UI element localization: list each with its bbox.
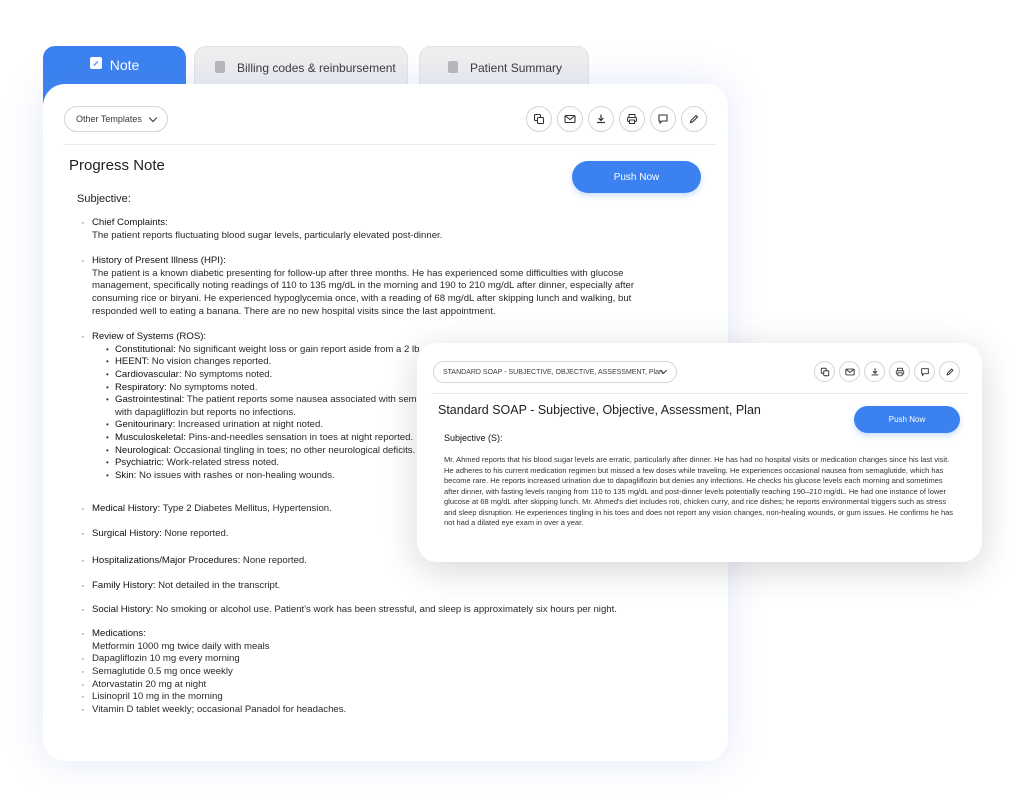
ros-item-text: No symptoms noted. [181, 368, 273, 380]
ros-item-label: Constitutional: [115, 343, 176, 355]
medications: Medications: Metformin 1000 mg twice dai… [79, 628, 669, 653]
copy-button[interactable] [814, 361, 835, 382]
ros-item-text: No issues with rashes or non-healing wou… [136, 469, 335, 481]
ros-item-text: Work-related stress noted. [164, 457, 280, 469]
family-history: Family History: Not detailed in the tran… [79, 580, 669, 593]
field-label: Medications: [92, 628, 146, 640]
ros-item-text: No vision changes reported. [149, 356, 272, 368]
note-toolbar [526, 106, 707, 132]
chevron-down-icon [148, 113, 158, 123]
ros-item-label: HEENT: [115, 356, 150, 368]
field-text: The patient is a known diabetic presenti… [92, 267, 635, 317]
medication-item: Lisinopril 10 mg in the morning [79, 691, 669, 704]
template-dropdown[interactable]: STANDARD SOAP - SUBJECTIVE, OBJECTIVE, A… [433, 361, 677, 383]
chief-complaints: Chief Complaints: The patient reports fl… [79, 217, 669, 242]
tab-label: Note [109, 57, 140, 73]
divider [63, 144, 716, 145]
hpi: History of Present Illness (HPI): The pa… [79, 255, 669, 318]
clipboard-icon [448, 61, 458, 73]
template-dropdown[interactable]: Other Templates [64, 106, 168, 132]
ros-item-text: No significant weight loss or gain repor… [175, 343, 420, 355]
soap-note-card: STANDARD SOAP - SUBJECTIVE, OBJECTIVE, A… [417, 343, 982, 562]
field-label: Chief Complaints: [92, 217, 168, 228]
ros-item-text: Pins-and-needles sensation in toes at ni… [185, 431, 414, 443]
field-label: Surgical History: [92, 527, 162, 539]
medication-item: Vitamin D tablet weekly; occasional Pana… [79, 704, 669, 717]
clipboard-icon [215, 61, 225, 73]
soap-title: Standard SOAP - Subjective, Objective, A… [438, 403, 761, 417]
print-button[interactable] [889, 361, 910, 382]
field-label: Family History: [92, 580, 156, 592]
page-title: Progress Note [69, 157, 165, 174]
edit-button[interactable] [681, 106, 707, 132]
divider [431, 393, 968, 394]
ros-item-label: Psychiatric: [115, 457, 165, 469]
field-text: No smoking or alcohol use. Patient's wor… [153, 603, 617, 615]
ros-item-label: Skin: [115, 469, 137, 481]
section-heading: Subjective: [77, 193, 131, 205]
push-now-button[interactable]: Push Now [854, 406, 960, 433]
comment-button[interactable] [914, 361, 935, 382]
field-text: None reported. [240, 555, 307, 567]
ros-item-text: No symptoms noted. [166, 381, 258, 393]
field-label: Medical History: [92, 503, 161, 515]
ros-item-text: Increased urination at night noted. [175, 419, 324, 431]
field-label: Review of Systems (ROS): [92, 331, 207, 343]
email-button[interactable] [557, 106, 583, 132]
mail-icon [564, 114, 576, 124]
copy-button[interactable] [526, 106, 552, 132]
copy-icon [533, 113, 545, 125]
print-button[interactable] [619, 106, 645, 132]
medication-item: Semaglutide 0.5 mg once weekly [79, 666, 669, 679]
copy-icon [820, 367, 829, 376]
print-icon [627, 114, 637, 124]
subjective-text: Mr. Ahmed reports that his blood sugar l… [444, 455, 954, 527]
ros-item-label: Gastrointestinal: [115, 394, 185, 406]
medication-first: Metformin 1000 mg twice daily with meals [92, 640, 270, 652]
ros-item-label: Cardiovascular: [115, 368, 182, 380]
push-now-button[interactable]: Push Now [572, 161, 701, 193]
medication-item: Dapagliflozin 10 mg every morning [79, 653, 669, 666]
edit-icon [689, 114, 699, 124]
download-icon [597, 114, 605, 124]
download-button[interactable] [588, 106, 614, 132]
ros-item-label: Genitourinary: [115, 419, 176, 431]
field-label: Hospitalizations/Major Procedures: [92, 555, 241, 567]
field-label: History of Present Illness (HPI): [92, 255, 226, 267]
tab-label: Billing codes & reinbursement [237, 61, 396, 75]
field-label: Social History: [92, 603, 154, 615]
edit-button[interactable] [939, 361, 960, 382]
ros-item-text: Occasional tingling in toes; no other ne… [171, 444, 416, 456]
social-history: Social History: No smoking or alcohol us… [79, 604, 669, 617]
medication-list: Dapagliflozin 10 mg every morningSemaglu… [79, 653, 669, 716]
ros-item-label: Neurological: [115, 444, 171, 456]
ros-item-label: Respiratory: [115, 381, 167, 393]
template-dropdown-value: Other Templates [76, 114, 142, 124]
comment-icon [658, 114, 668, 125]
edit-note-icon [89, 57, 102, 69]
email-button[interactable] [839, 361, 860, 382]
template-dropdown-value: STANDARD SOAP - SUBJECTIVE, OBJECTIVE, A… [443, 368, 663, 376]
field-text: None reported. [161, 527, 229, 539]
field-text: Type 2 Diabetes Mellitus, Hypertension. [160, 503, 332, 515]
field-text: The patient reports fluctuating blood su… [92, 229, 443, 241]
note-toolbar [814, 361, 960, 382]
comment-button[interactable] [650, 106, 676, 132]
medication-item: Atorvastatin 20 mg at night [79, 679, 669, 692]
mail-icon [844, 368, 855, 375]
section-heading: Subjective (S): [444, 433, 503, 443]
download-icon [871, 367, 878, 375]
print-icon [895, 367, 904, 376]
tab-label: Patient Summary [470, 61, 563, 75]
comment-icon [920, 367, 929, 376]
download-button[interactable] [864, 361, 885, 382]
edit-icon [945, 367, 954, 376]
ros-item-label: Musculoskeletal: [115, 431, 186, 443]
field-text: Not detailed in the transcript. [155, 580, 281, 592]
